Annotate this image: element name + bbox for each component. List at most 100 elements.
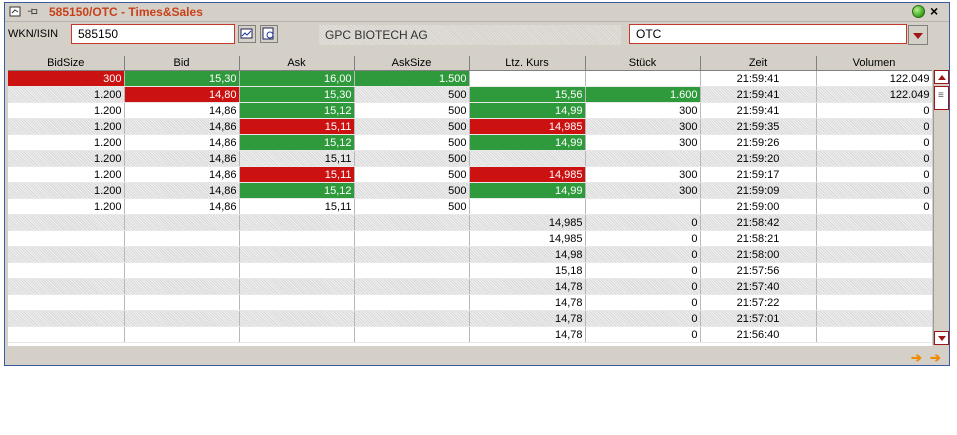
col-time[interactable]: Zeit <box>700 56 817 71</box>
cell-asksize: 500 <box>354 182 470 199</box>
cell-volume <box>816 294 932 311</box>
cell-bidsize: 1.200 <box>8 166 125 183</box>
company-name: GPC BIOTECH AG <box>319 25 621 45</box>
chart-button[interactable] <box>238 25 256 43</box>
close-icon[interactable]: × <box>930 3 938 19</box>
cell-bidsize: 1.200 <box>8 150 125 167</box>
cell-asksize: 500 <box>354 134 470 151</box>
table-row[interactable]: 300 15,30 16,00 1.500 21:59:41 122.049 <box>8 70 932 87</box>
table-row[interactable]: 14,985 0 21:58:42 <box>8 214 932 231</box>
cell-quantity: 300 <box>585 118 701 135</box>
table-row[interactable]: 1.200 14,86 15,11 500 21:59:20 0 <box>8 150 932 167</box>
cell-bid <box>124 246 240 263</box>
table-row[interactable]: 1.200 14,86 15,12 500 14,99 300 21:59:41 0 <box>8 102 932 119</box>
table-row[interactable]: 14,98 0 21:58:00 <box>8 246 932 263</box>
cell-bid: 14,86 <box>124 182 240 199</box>
col-bidsize[interactable]: BidSize <box>8 56 125 71</box>
window-icon[interactable] <box>9 5 22 18</box>
pin-icon[interactable] <box>27 5 40 18</box>
table-row[interactable]: 14,985 0 21:58:21 <box>8 230 932 247</box>
cell-quantity: 300 <box>585 182 701 199</box>
cell-asksize: 500 <box>354 150 470 167</box>
cell-ask <box>239 230 355 247</box>
col-bid[interactable]: Bid <box>124 56 240 71</box>
cell-time: 21:59:26 <box>700 134 817 151</box>
table-row[interactable]: 1.200 14,86 15,11 500 14,985 300 21:59:17 0 <box>8 166 932 183</box>
arrow-right-icon[interactable]: ➔ <box>911 350 922 366</box>
cell-quantity: 0 <box>585 214 701 231</box>
table-row[interactable]: 14,78 0 21:57:01 <box>8 310 932 327</box>
cell-time: 21:57:22 <box>700 294 817 311</box>
cell-bidsize: 1.200 <box>8 118 125 135</box>
col-last-price[interactable]: Ltz. Kurs <box>469 56 586 71</box>
scroll-thumb[interactable] <box>934 86 949 110</box>
cell-bid: 14,80 <box>124 86 240 103</box>
cell-time: 21:57:56 <box>700 262 817 279</box>
cell-asksize: 500 <box>354 86 470 103</box>
cell-last-price: 14,985 <box>469 166 586 183</box>
cell-quantity: 0 <box>585 278 701 295</box>
cell-bidsize <box>8 310 125 327</box>
header-row: BidSize Bid Ask AskSize Ltz. Kurs Stück … <box>8 56 932 71</box>
cell-quantity <box>585 70 701 87</box>
cell-bidsize <box>8 326 125 343</box>
cell-quantity: 0 <box>585 294 701 311</box>
exchange-select[interactable]: OTC <box>629 24 907 44</box>
col-quantity[interactable]: Stück <box>585 56 701 71</box>
cell-bid: 14,86 <box>124 102 240 119</box>
exchange-dropdown-button[interactable] <box>908 25 928 45</box>
col-ask[interactable]: Ask <box>239 56 355 71</box>
cell-quantity: 0 <box>585 326 701 343</box>
cell-bid: 14,86 <box>124 150 240 167</box>
scroll-up-button[interactable] <box>934 70 949 84</box>
arrow-end-icon[interactable]: ➔ <box>930 350 941 366</box>
cell-asksize <box>354 310 470 327</box>
table-row[interactable]: 1.200 14,80 15,30 500 15,56 1.600 21:59:41 122.… <box>8 86 932 103</box>
cell-ask <box>239 326 355 343</box>
cell-time: 21:59:20 <box>700 150 817 167</box>
table-row[interactable]: 1.200 14,86 15,11 500 14,985 300 21:59:35 0 <box>8 118 932 135</box>
vertical-scrollbar[interactable] <box>933 70 949 345</box>
cell-time: 21:57:40 <box>700 278 817 295</box>
cell-time: 21:59:41 <box>700 102 817 119</box>
cell-volume <box>816 310 932 327</box>
cell-asksize <box>354 326 470 343</box>
scroll-down-button[interactable] <box>934 331 949 345</box>
cell-bidsize <box>8 246 125 263</box>
table-body: 300 15,30 16,00 1.500 21:59:41 122.049 1.200 14… <box>8 70 932 343</box>
times-sales-table: BidSize Bid Ask AskSize Ltz. Kurs Stück … <box>8 56 932 346</box>
search-button[interactable] <box>260 25 278 43</box>
cell-bid <box>124 230 240 247</box>
cell-time: 21:58:21 <box>700 230 817 247</box>
cell-volume: 122.049 <box>816 70 932 87</box>
cell-asksize <box>354 230 470 247</box>
wkn-input[interactable]: 585150 <box>71 24 235 44</box>
cell-quantity: 300 <box>585 166 701 183</box>
cell-time: 21:59:00 <box>700 198 817 215</box>
col-asksize[interactable]: AskSize <box>354 56 470 71</box>
table-row[interactable]: 14,78 0 21:56:40 <box>8 326 932 343</box>
cell-last-price <box>469 198 586 215</box>
table-row[interactable]: 1.200 14,86 15,12 500 14,99 300 21:59:26 0 <box>8 134 932 151</box>
cell-ask: 15,12 <box>239 102 355 119</box>
status-bar: ➔ ➔ <box>5 346 949 365</box>
cell-bidsize <box>8 214 125 231</box>
table-row[interactable]: 14,78 0 21:57:40 <box>8 278 932 295</box>
cell-bid: 14,86 <box>124 134 240 151</box>
cell-quantity: 1.600 <box>585 86 701 103</box>
cell-time: 21:59:17 <box>700 166 817 183</box>
table-row[interactable]: 1.200 14,86 15,11 500 21:59:00 0 <box>8 198 932 215</box>
cell-ask <box>239 278 355 295</box>
cell-volume: 0 <box>816 134 932 151</box>
cell-last-price: 14,78 <box>469 326 586 343</box>
cell-last-price: 14,99 <box>469 102 586 119</box>
table-row[interactable]: 1.200 14,86 15,12 500 14,99 300 21:59:09 0 <box>8 182 932 199</box>
table-row[interactable]: 15,18 0 21:57:56 <box>8 262 932 279</box>
cell-volume: 0 <box>816 166 932 183</box>
cell-bid <box>124 294 240 311</box>
table-row[interactable]: 14,78 0 21:57:22 <box>8 294 932 311</box>
cell-quantity: 300 <box>585 102 701 119</box>
col-volume[interactable]: Volumen <box>816 56 932 71</box>
title-bar: 585150/OTC - Times&Sales × <box>5 3 949 22</box>
search-icon <box>262 27 274 40</box>
